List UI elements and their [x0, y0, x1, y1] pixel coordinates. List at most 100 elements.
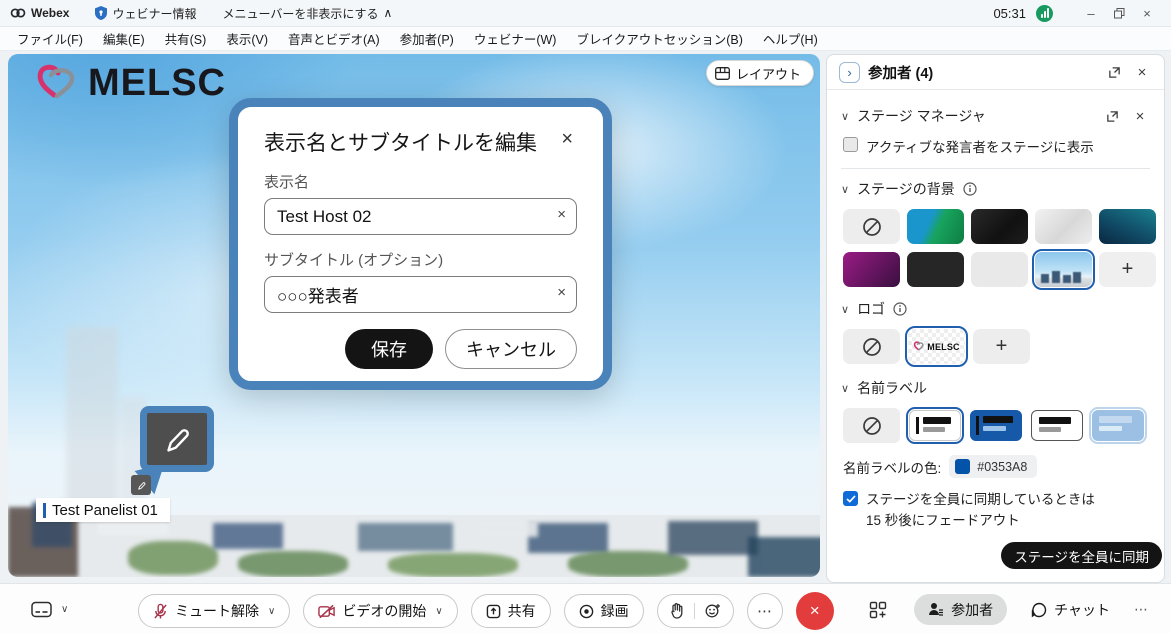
more-panels-button[interactable]: ⋯ [1134, 601, 1149, 618]
participants-toggle-button[interactable]: 参加者 [914, 594, 1007, 625]
stage-manager-title: ステージ マネージャ [857, 106, 1094, 126]
leave-meeting-button[interactable]: × [796, 592, 834, 630]
pencil-icon [160, 422, 194, 456]
apps-button[interactable] [866, 598, 890, 622]
window-close-button[interactable]: × [1133, 3, 1161, 23]
sync-stage-button[interactable]: ステージを全員に同期 [1001, 542, 1162, 569]
active-speaker-label: アクティブな発言者をステージに表示 [866, 136, 1094, 156]
display-name-input[interactable] [264, 198, 577, 235]
check-icon [846, 495, 856, 503]
chat-button[interactable]: チャット [1031, 600, 1110, 620]
window-minimize-button[interactable]: – [1077, 3, 1105, 23]
cancel-button[interactable]: キャンセル [445, 329, 577, 369]
share-screen-icon [486, 604, 501, 619]
more-options-button[interactable]: ⋯ [747, 593, 783, 629]
background-lightgray-swatch[interactable] [971, 252, 1028, 287]
stage-background-title: ステージの背景 [857, 179, 955, 199]
skyline-tower [66, 327, 118, 517]
edit-pencil-callout[interactable] [140, 406, 214, 472]
logo-add-button[interactable]: + [973, 329, 1030, 364]
stage-brand-text: MELSC [88, 62, 226, 105]
name-label-style2-swatch[interactable] [970, 410, 1022, 441]
name-label-none-swatch[interactable] [843, 408, 900, 443]
shield-icon [95, 6, 107, 20]
chevron-up-icon: ∧ [384, 6, 393, 20]
panelist-name-label: Test Panelist 01 [36, 498, 170, 522]
connection-indicator-icon [1036, 5, 1053, 22]
name-label-style1-swatch-selected[interactable] [909, 410, 961, 441]
subtitle-input[interactable] [264, 276, 577, 313]
menu-share[interactable]: 共有(S) [156, 27, 216, 50]
sync-fade-checkbox[interactable] [843, 491, 858, 506]
info-icon[interactable] [893, 302, 907, 316]
logo-melsc-text: MELSC [927, 342, 960, 352]
popout-panel-icon[interactable] [1104, 62, 1124, 82]
menu-webinar[interactable]: ウェビナー(W) [465, 27, 566, 50]
hide-menubar-label: メニューバーを非表示にする [222, 5, 378, 22]
menu-breakout[interactable]: ブレイクアウトセッション(B) [567, 27, 751, 50]
name-label-styles [843, 408, 1150, 443]
raise-hand-icon[interactable] [670, 603, 684, 619]
logo-none-swatch[interactable] [843, 329, 900, 364]
chat-label: チャット [1054, 600, 1110, 620]
name-label-accent-bar [43, 503, 46, 518]
chevron-down-icon[interactable]: ∨ [841, 110, 849, 123]
window-restore-button[interactable] [1105, 3, 1133, 23]
name-label-style3-swatch[interactable] [1031, 410, 1083, 441]
menu-edit[interactable]: 編集(E) [94, 27, 154, 50]
record-label: 録画 [601, 601, 629, 621]
menu-view[interactable]: 表示(V) [217, 27, 277, 50]
webinar-info-label: ウェビナー情報 [112, 5, 196, 22]
chat-bubble-icon [1031, 602, 1047, 618]
background-darkgray-swatch[interactable] [907, 252, 964, 287]
chevron-down-icon[interactable]: ∨ [841, 183, 849, 196]
name-label-style4-swatch[interactable] [1092, 410, 1144, 441]
panel-collapse-button[interactable]: › [839, 62, 860, 83]
menu-participants[interactable]: 参加者(P) [391, 27, 463, 50]
background-teal-swatch[interactable] [1099, 209, 1156, 244]
popout-stage-manager-icon[interactable] [1102, 106, 1122, 126]
logo-melsc-swatch-selected[interactable]: MELSC [908, 329, 965, 364]
participants-toggle-label: 参加者 [951, 600, 993, 620]
start-video-button[interactable]: ビデオの開始 ∨ [303, 594, 457, 628]
info-icon[interactable] [963, 182, 977, 196]
webex-app-name: Webex [31, 6, 69, 20]
dialog-close-icon[interactable]: × [557, 127, 577, 151]
name-label-color-picker[interactable]: #0353A8 [949, 455, 1037, 478]
background-city-swatch-selected[interactable] [1035, 252, 1092, 287]
share-button[interactable]: 共有 [471, 594, 551, 628]
close-panel-icon[interactable]: × [1132, 62, 1152, 82]
menu-audio-video[interactable]: 音声とビデオ(A) [279, 27, 389, 50]
background-black-swatch[interactable] [971, 209, 1028, 244]
save-button[interactable]: 保存 [345, 329, 433, 369]
unmute-button[interactable]: ミュート解除 ∨ [138, 594, 290, 628]
reactions-smiley-icon[interactable] [705, 603, 721, 619]
menu-bar: ファイル(F) 編集(E) 共有(S) 表示(V) 音声とビデオ(A) 参加者(… [0, 27, 1171, 51]
background-white-swatch[interactable] [1035, 209, 1092, 244]
close-stage-manager-icon[interactable]: × [1130, 106, 1150, 126]
active-speaker-checkbox[interactable] [843, 137, 858, 152]
record-icon [579, 604, 594, 619]
apps-grid-icon [869, 601, 887, 619]
background-add-button[interactable]: + [1099, 252, 1156, 287]
menu-file[interactable]: ファイル(F) [8, 27, 92, 50]
none-icon [862, 217, 882, 237]
restore-icon [1114, 8, 1125, 19]
microphone-muted-icon [153, 603, 168, 620]
hide-menubar-button[interactable]: メニューバーを非表示にする ∧ [222, 5, 392, 22]
webinar-info-button[interactable]: ウェビナー情報 [95, 5, 196, 22]
participants-header: › 参加者 (4) × [827, 55, 1164, 90]
captions-chevron-icon[interactable]: ∨ [61, 604, 68, 615]
background-green-swatch[interactable] [907, 209, 964, 244]
clear-subtitle-icon[interactable]: × [557, 284, 566, 301]
chevron-down-icon[interactable]: ∨ [841, 382, 849, 395]
clear-name-icon[interactable]: × [557, 206, 566, 223]
menu-help[interactable]: ヘルプ(H) [754, 27, 827, 50]
chevron-down-icon[interactable]: ∨ [841, 303, 849, 316]
record-button[interactable]: 録画 [564, 594, 644, 628]
captions-button[interactable] [28, 596, 54, 622]
background-none-swatch[interactable] [843, 209, 900, 244]
layout-button[interactable]: レイアウト [706, 60, 814, 86]
edit-name-pencil-button[interactable] [131, 475, 151, 495]
background-purple-swatch[interactable] [843, 252, 900, 287]
